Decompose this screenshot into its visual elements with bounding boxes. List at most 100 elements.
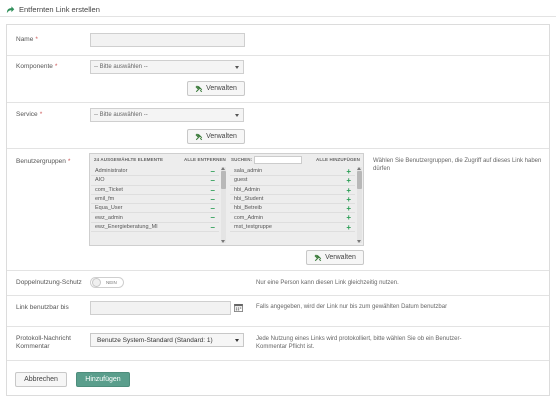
groups-manage-button[interactable]: Verwalten <box>306 250 364 265</box>
available-group-item[interactable]: guest + <box>230 176 355 186</box>
submit-button[interactable]: Hinzufügen <box>76 372 130 387</box>
group-name: mst_testgruppe <box>234 223 272 230</box>
selected-group-item[interactable]: emil_fm – <box>91 195 219 205</box>
group-search-input[interactable] <box>254 156 302 164</box>
add-icon[interactable]: + <box>346 195 351 204</box>
divider <box>7 270 549 271</box>
available-scrollbar[interactable] <box>357 167 362 243</box>
divider <box>7 326 549 327</box>
remove-icon[interactable]: – <box>211 204 215 213</box>
protocol-label-line1: Protokoll-Nachricht <box>16 335 71 342</box>
protocol-label: Protokoll-Nachricht Kommentar <box>16 335 71 351</box>
remove-icon[interactable]: – <box>211 223 215 232</box>
protocol-help-text: Jede Nutzung eines Links wird protokolli… <box>256 336 462 350</box>
service-selected-value: -- Bitte auswählen -- <box>94 112 148 118</box>
divider <box>7 148 549 149</box>
divider <box>7 360 549 361</box>
komponente-manage-button[interactable]: Verwalten <box>187 81 245 96</box>
groups-manage-label: Verwalten <box>325 254 356 261</box>
selected-group-item[interactable]: Administrator – <box>91 167 219 177</box>
available-group-item[interactable]: hbi_Betreib + <box>230 204 355 214</box>
chevron-down-icon <box>235 338 239 342</box>
group-name: hbi_Betreib <box>234 205 262 212</box>
remove-icon[interactable]: – <box>211 176 215 185</box>
service-manage-label: Verwalten <box>206 133 237 140</box>
chevron-down-icon <box>235 113 239 117</box>
page-header: Entfernten Link erstellen <box>6 3 100 15</box>
remove-icon[interactable]: – <box>211 213 215 222</box>
group-name: com_Admin <box>234 214 264 221</box>
usable-until-label: Link benutzbar bis <box>16 304 69 311</box>
add-icon[interactable]: + <box>346 204 351 213</box>
cancel-button[interactable]: Abbrechen <box>15 372 67 387</box>
remove-icon[interactable]: – <box>211 167 215 176</box>
selected-scrollbar[interactable] <box>221 167 226 243</box>
service-select[interactable]: -- Bitte auswählen -- <box>90 108 244 122</box>
add-icon[interactable]: + <box>346 213 351 222</box>
selected-group-item[interactable]: AIO – <box>91 176 219 186</box>
tools-icon <box>195 84 203 92</box>
tools-icon <box>195 132 203 140</box>
group-name: Administrator <box>95 168 128 175</box>
selected-group-item[interactable]: ewz_admin – <box>91 213 219 223</box>
group-name: ewz_admin <box>95 214 123 221</box>
service-manage-button[interactable]: Verwalten <box>187 129 245 144</box>
group-name: emil_fm <box>95 196 115 203</box>
available-group-item[interactable]: sala_admin + <box>230 167 355 177</box>
remove-icon[interactable]: – <box>211 195 215 204</box>
komponente-label: Komponente * <box>16 63 58 70</box>
selected-count-header: 24 AUSGEWÄHLTE ELEMENTE <box>94 157 164 162</box>
selected-group-item[interactable]: com_Ticket – <box>91 186 219 195</box>
name-label: Name * <box>16 36 38 43</box>
group-dual-list: 24 AUSGEWÄHLTE ELEMENTE ALLE ENTFERNEN S… <box>89 153 364 246</box>
divider <box>7 55 549 56</box>
divider <box>7 295 549 296</box>
share-arrow-icon <box>6 5 15 13</box>
usable-until-input[interactable] <box>90 301 231 315</box>
komponente-select[interactable]: -- Bitte auswählen -- <box>90 60 244 74</box>
groups-help-text: Wählen Sie Benutzergruppen, die Zugriff … <box>373 158 542 172</box>
available-group-item[interactable]: mst_testgruppe + <box>230 223 355 233</box>
divider <box>7 102 549 103</box>
group-name: com_Ticket <box>95 186 123 193</box>
protocol-label-line2: Kommentar <box>16 343 50 350</box>
remove-icon[interactable]: – <box>211 186 215 195</box>
group-name: hbi_Admin <box>234 186 260 193</box>
group-name: guest <box>234 177 248 184</box>
group-name: sala_admin <box>234 168 263 175</box>
double-use-help-text: Nur eine Person kann diesen Link gleichz… <box>256 280 399 286</box>
calendar-icon[interactable] <box>234 303 243 312</box>
protocol-select[interactable]: Benutze System-Standard (Standard: 1) <box>90 333 244 347</box>
available-group-item[interactable]: hbi_Admin + <box>230 186 355 195</box>
komponente-selected-value: -- Bitte auswählen -- <box>94 64 148 70</box>
add-all-link[interactable]: ALLE HINZUFÜGEN <box>316 157 360 162</box>
available-group-item[interactable]: hbi_Student + <box>230 195 355 205</box>
remove-all-link[interactable]: ALLE ENTFERNEN <box>184 157 226 162</box>
selected-group-item[interactable]: Equa_User – <box>91 204 219 214</box>
add-icon[interactable]: + <box>346 223 351 232</box>
group-name: ewz_Energieberatung_MI <box>95 223 158 230</box>
add-icon[interactable]: + <box>346 186 351 195</box>
group-name: AIO <box>95 177 105 184</box>
groups-label: Benutzergruppen * <box>16 158 71 165</box>
add-icon[interactable]: + <box>346 167 351 176</box>
available-group-item[interactable]: com_Admin + <box>230 213 355 223</box>
group-name: hbi_Student <box>234 196 264 203</box>
add-icon[interactable]: + <box>346 176 351 185</box>
toggle-state-label: NEIN <box>106 280 117 285</box>
tools-icon <box>314 253 322 261</box>
page-title: Entfernten Link erstellen <box>19 4 100 14</box>
usable-until-help-text: Falls angegeben, wird der Link nur bis z… <box>256 304 448 310</box>
service-label: Service * <box>16 111 43 118</box>
selected-group-item[interactable]: ewz_Energieberatung_MI – <box>91 223 219 233</box>
search-label: SUCHEN: <box>231 157 253 162</box>
available-groups-list: sala_admin + guest + hbi_Admin + hbi_Student + h… <box>230 167 355 243</box>
header-divider <box>0 16 556 17</box>
toggle-knob <box>92 278 101 287</box>
double-use-toggle[interactable]: NEIN <box>90 277 124 288</box>
protocol-selected-value: Benutze System-Standard (Standard: 1) <box>97 336 213 344</box>
komponente-manage-label: Verwalten <box>206 85 237 92</box>
selected-groups-list: Administrator – AIO – com_Ticket – emil_fm – Equ… <box>91 167 219 243</box>
name-input[interactable] <box>90 33 245 47</box>
chevron-down-icon <box>235 65 239 69</box>
